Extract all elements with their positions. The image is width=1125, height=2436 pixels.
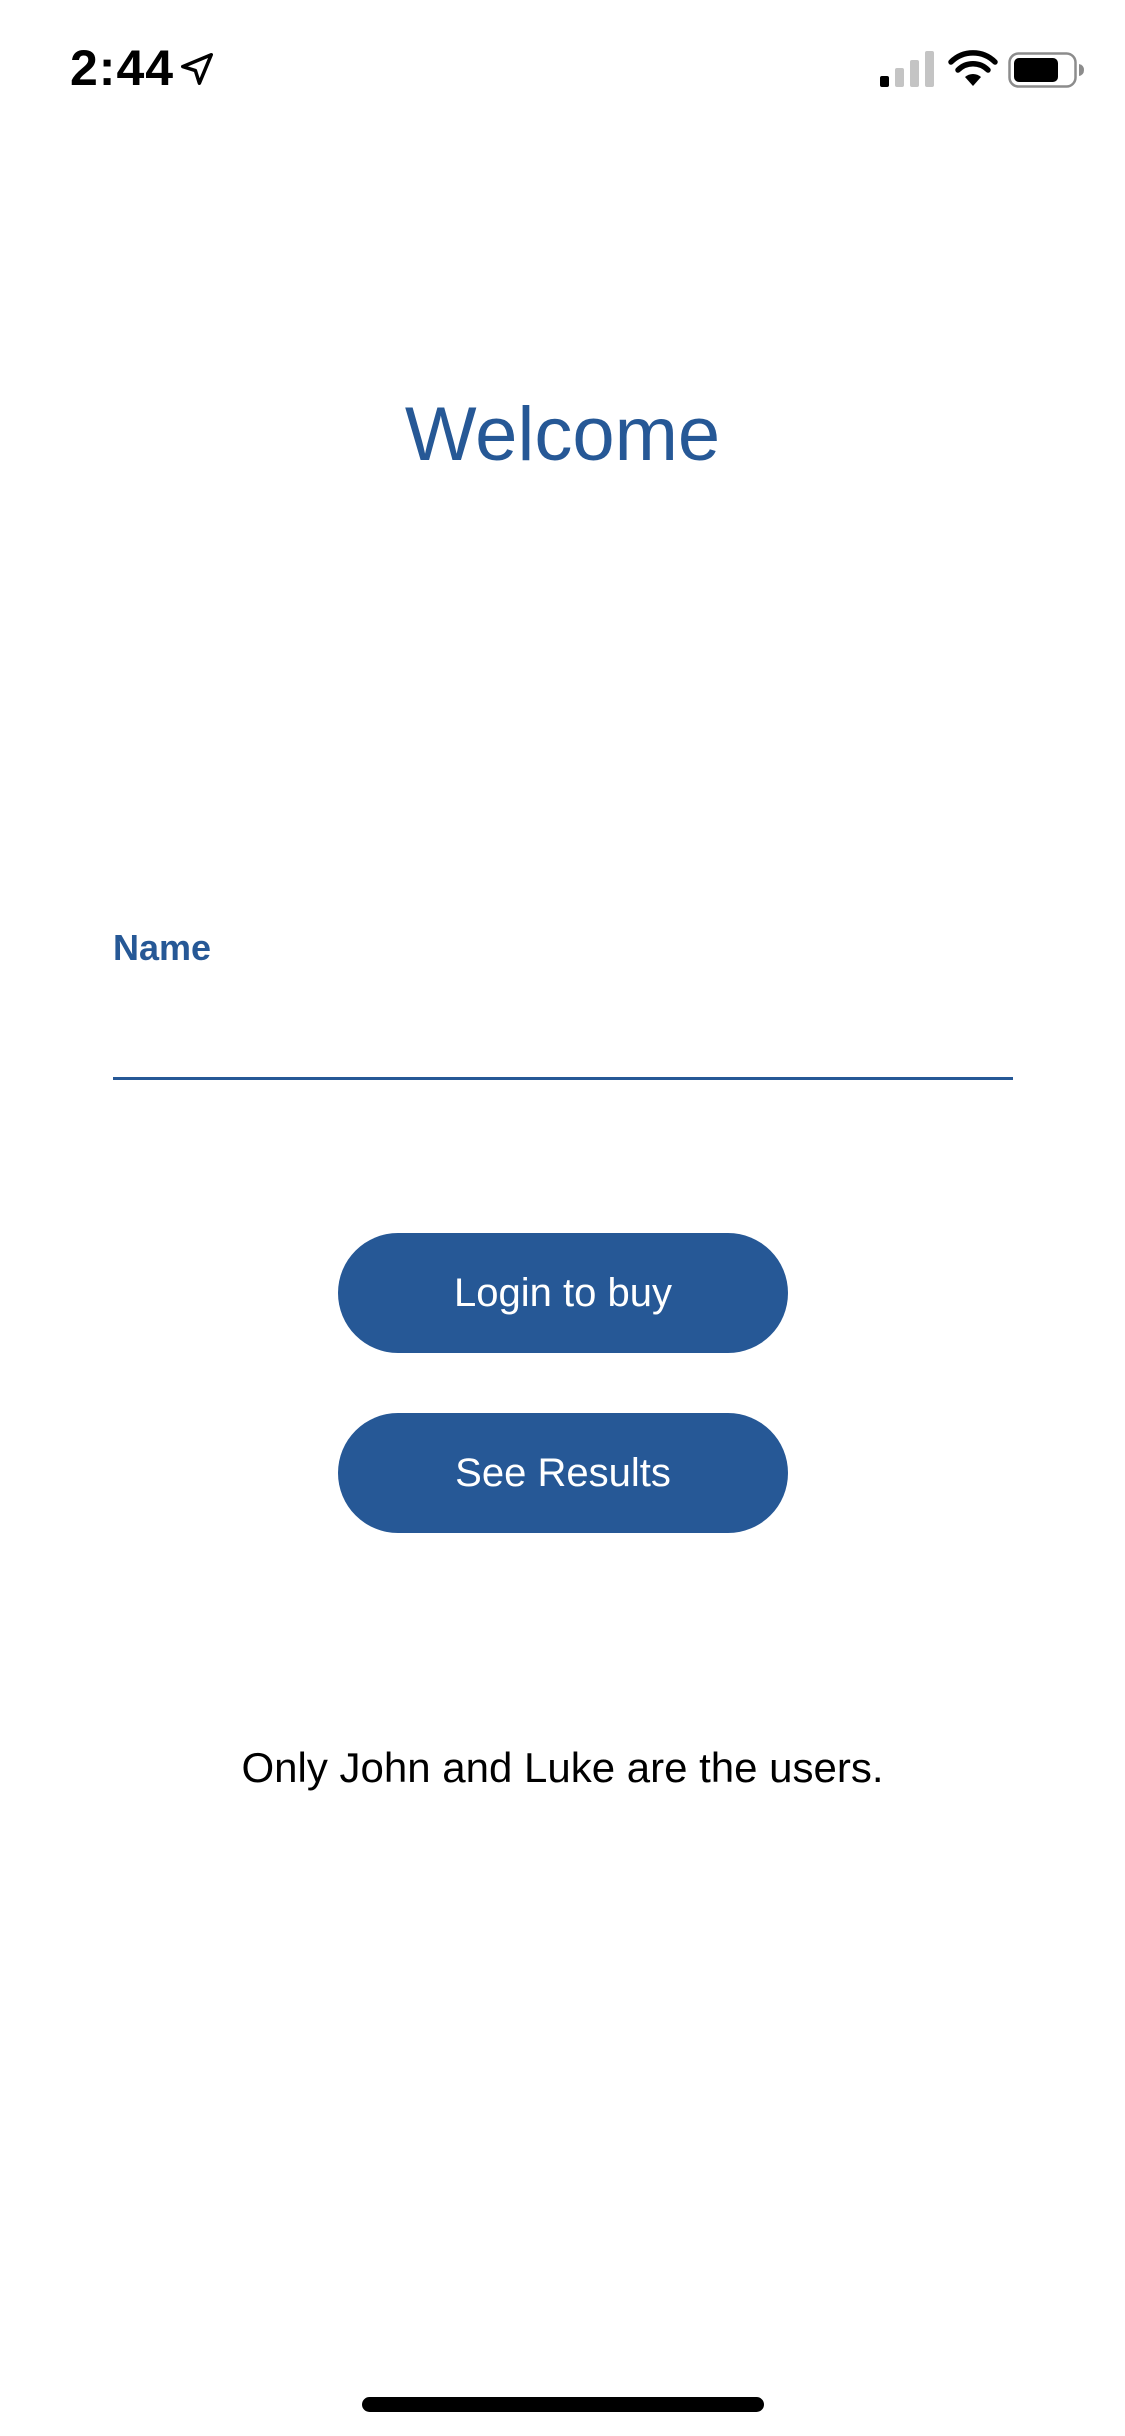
page-title: Welcome bbox=[404, 392, 721, 477]
name-label: Name bbox=[113, 927, 212, 968]
see-results-button[interactable]: See Results bbox=[338, 1413, 788, 1533]
wifi-icon bbox=[948, 50, 998, 86]
name-input[interactable] bbox=[113, 990, 1013, 1080]
info-text: Only John and Luke are the users. bbox=[241, 1744, 884, 1791]
battery-icon bbox=[1008, 52, 1084, 88]
home-indicator[interactable] bbox=[362, 2397, 764, 2412]
cellular-signal-icon bbox=[880, 51, 934, 87]
status-bar: 2:44 bbox=[0, 0, 1125, 132]
location-arrow-icon bbox=[181, 53, 213, 85]
status-time: 2:44 bbox=[70, 40, 175, 96]
login-to-buy-button[interactable]: Login to buy bbox=[338, 1233, 788, 1353]
